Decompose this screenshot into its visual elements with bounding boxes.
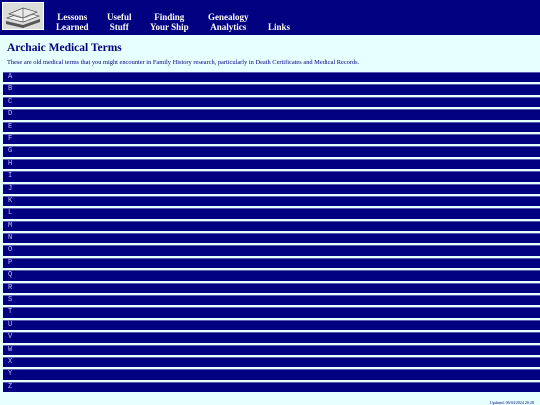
letter-section-p[interactable]: P bbox=[3, 257, 540, 269]
letter-section-x[interactable]: X bbox=[3, 356, 540, 368]
nav-label: Learned bbox=[56, 22, 89, 32]
nav-label: Analytics bbox=[210, 22, 247, 32]
letter-section-o[interactable]: O bbox=[3, 245, 540, 256]
book-logo-icon bbox=[3, 3, 43, 29]
nav-lessons-learned[interactable]: Lessons Learned bbox=[56, 12, 89, 32]
letter-section-i[interactable]: I bbox=[3, 171, 540, 182]
nav-label: Stuff bbox=[109, 22, 129, 32]
nav-finding-your-ship[interactable]: Finding Your Ship bbox=[150, 12, 189, 32]
nav-genealogy-analytics[interactable]: Genealogy Analytics bbox=[208, 12, 249, 32]
letter-section-k[interactable]: K bbox=[3, 195, 540, 207]
top-navbar: Lessons Learned Useful Stuff Finding You… bbox=[0, 0, 540, 35]
nav-label: Genealogy bbox=[208, 12, 249, 22]
nav-label: Finding bbox=[154, 12, 185, 22]
letter-section-m[interactable]: M bbox=[3, 220, 540, 232]
nav-label: Useful bbox=[107, 12, 132, 22]
letter-section-v[interactable]: V bbox=[3, 332, 540, 343]
letter-section-f[interactable]: F bbox=[3, 133, 540, 145]
letter-section-q[interactable]: Q bbox=[3, 270, 540, 281]
letter-section-h[interactable]: H bbox=[3, 158, 540, 170]
letter-section-r[interactable]: R bbox=[3, 282, 540, 294]
nav-label: Links bbox=[268, 22, 291, 32]
letter-section-g[interactable]: G bbox=[3, 146, 540, 157]
letter-section-t[interactable]: T bbox=[3, 307, 540, 318]
nav-useful-stuff[interactable]: Useful Stuff bbox=[107, 12, 132, 32]
letter-section-b[interactable]: B bbox=[3, 84, 540, 95]
letter-index: ABCDEFGHIJKLMNOPQRSTUVWXYZ bbox=[3, 72, 540, 394]
nav-label: Lessons bbox=[57, 12, 88, 22]
letter-section-c[interactable]: C bbox=[3, 96, 540, 108]
page-intro: These are old medical terms that you mig… bbox=[7, 59, 360, 66]
page-title: Archaic Medical Terms bbox=[7, 42, 122, 54]
letter-section-w[interactable]: W bbox=[3, 344, 540, 355]
site-logo[interactable] bbox=[2, 2, 44, 30]
letter-section-d[interactable]: D bbox=[3, 109, 540, 120]
nav-label: Your Ship bbox=[150, 22, 189, 32]
letter-section-l[interactable]: L bbox=[3, 208, 540, 219]
last-updated: Updated: 06/04/2024 20:28 bbox=[490, 400, 534, 405]
letter-section-s[interactable]: S bbox=[3, 295, 540, 306]
letter-section-n[interactable]: N bbox=[3, 233, 540, 244]
letter-section-y[interactable]: Y bbox=[3, 369, 540, 380]
letter-section-z[interactable]: Z bbox=[3, 381, 540, 393]
letter-section-e[interactable]: E bbox=[3, 121, 540, 132]
letter-section-a[interactable]: A bbox=[3, 72, 540, 83]
letter-section-j[interactable]: J bbox=[3, 183, 540, 194]
letter-section-u[interactable]: U bbox=[3, 319, 540, 331]
nav-links[interactable]: Links bbox=[268, 22, 290, 32]
